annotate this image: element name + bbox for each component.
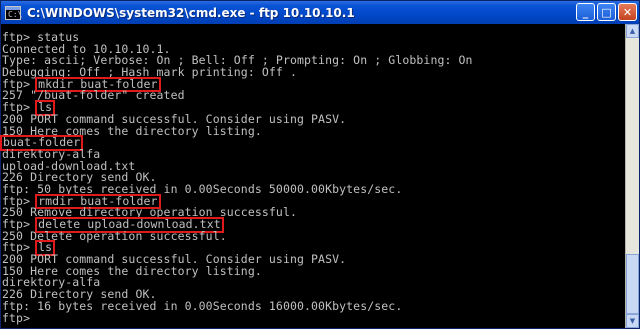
scroll-up-icon[interactable]: ▲ [626, 24, 639, 38]
scroll-down-icon[interactable]: ▼ [626, 314, 639, 328]
console-line: ftp: 16 bytes received in 0.00Seconds 16… [2, 298, 403, 313]
maximize-button[interactable]: □ [597, 3, 616, 21]
cmd-window: C:\ C:\WINDOWS\system32\cmd.exe - ftp 10… [0, 0, 640, 329]
console-line: ftp> [2, 310, 31, 325]
cmd-icon[interactable]: C:\ [5, 5, 22, 20]
console-line: 250 Delete operation successful. [2, 228, 227, 243]
title-bar[interactable]: C:\ C:\WINDOWS\system32\cmd.exe - ftp 10… [1, 1, 639, 24]
scrollbar-thumb[interactable] [626, 254, 639, 314]
window-title: C:\WINDOWS\system32\cmd.exe - ftp 10.10.… [27, 5, 355, 20]
minimize-button[interactable]: _ [576, 3, 595, 21]
vertical-scrollbar[interactable]: ▲ ▼ [625, 24, 639, 328]
close-button[interactable]: ✕ [618, 3, 637, 21]
console-line: 150 Here comes the directory listing. [2, 123, 262, 138]
window-controls: _ □ ✕ [576, 3, 637, 21]
console-output[interactable]: ftp> status Connected to 10.10.10.1. Typ… [0, 24, 625, 328]
console-line: 257 "/buat-folder" created [2, 88, 185, 103]
